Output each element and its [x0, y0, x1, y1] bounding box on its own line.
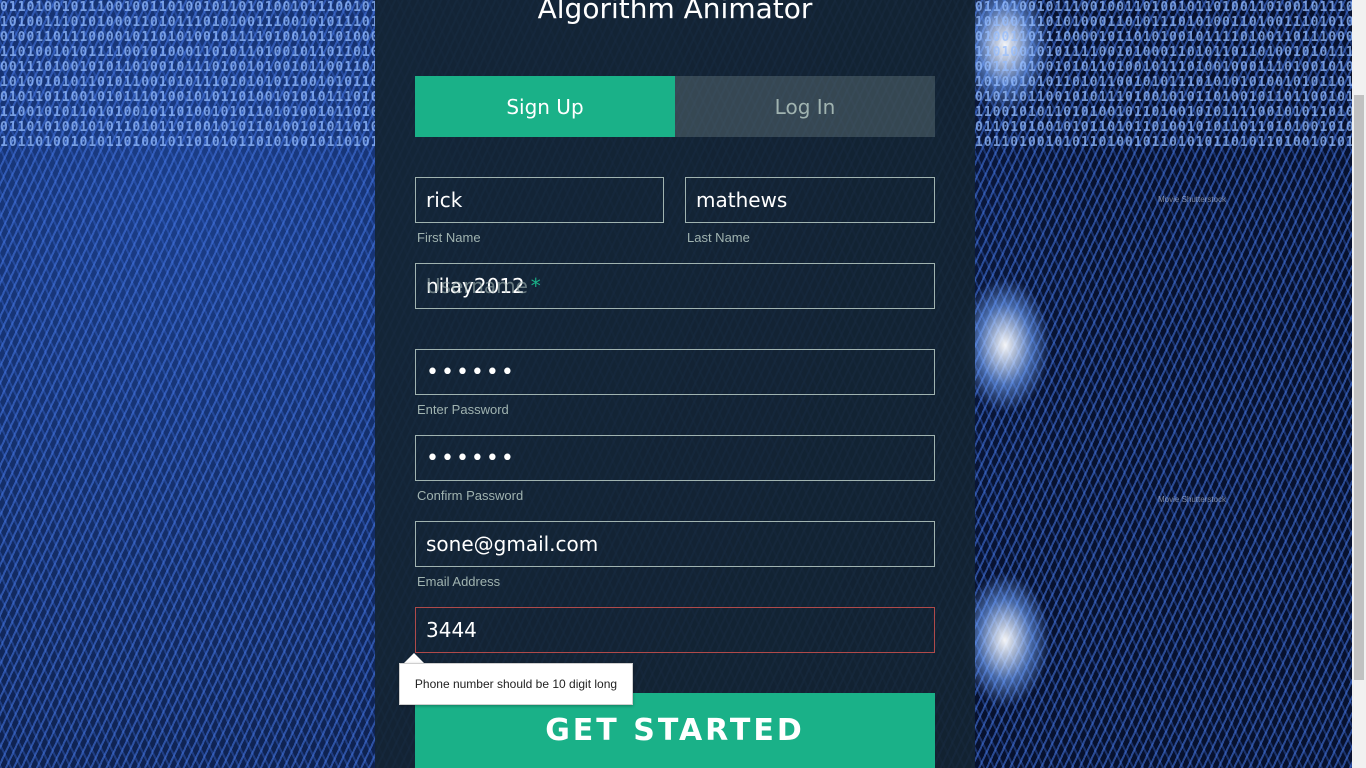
- tab-sign-up[interactable]: Sign Up: [415, 76, 675, 137]
- scrollbar-thumb[interactable]: [1354, 95, 1364, 680]
- phone-error-message: Phone number should be 10 digit long: [414, 677, 618, 691]
- last-name-value: mathews: [696, 188, 788, 212]
- confirm-password-input[interactable]: ••••••: [415, 435, 935, 481]
- tab-log-in[interactable]: Log In: [675, 76, 935, 137]
- password-masked-value: ••••••: [426, 359, 516, 385]
- email-input[interactable]: sone@gmail.com: [415, 521, 935, 567]
- confirm-password-label: Confirm Password: [417, 488, 524, 503]
- username-input[interactable]: Username nilay2012 *: [415, 263, 935, 309]
- phone-validation-tooltip: Phone number should be 10 digit long: [399, 663, 633, 705]
- background-binary-pattern-far: 0110100101110010011010010110101001011100…: [1240, 0, 1352, 150]
- last-name-label: Last Name: [687, 230, 750, 245]
- password-input[interactable]: ••••••: [415, 349, 935, 395]
- phone-input[interactable]: 3444: [415, 607, 935, 653]
- background-binary-pattern-left: 0110100101110010011010010110101001011100…: [0, 0, 375, 150]
- required-asterisk: *: [530, 274, 541, 298]
- tooltip-arrow: [404, 653, 424, 663]
- background-watermark: Movie Shutterstock: [1158, 195, 1227, 204]
- confirm-password-masked-value: ••••••: [426, 445, 516, 471]
- page-scrollbar[interactable]: [1352, 0, 1366, 768]
- username-placeholder-label: Username: [426, 274, 528, 298]
- phone-value: 3444: [426, 618, 477, 642]
- username-value-wrapper: Username nilay2012: [426, 274, 528, 298]
- background-watermark: Movie Shutterstock: [1158, 495, 1227, 504]
- email-value: sone@gmail.com: [426, 532, 599, 556]
- first-name-label: First Name: [417, 230, 481, 245]
- password-label: Enter Password: [417, 402, 509, 417]
- first-name-value: rick: [426, 188, 463, 212]
- app-title: Algorithm Animator: [537, 0, 813, 25]
- last-name-input[interactable]: mathews: [685, 177, 935, 223]
- email-label: Email Address: [417, 574, 501, 589]
- first-name-input[interactable]: rick: [415, 177, 664, 223]
- background-binary-pattern-right: 0110100101110010011010010110101001011100…: [975, 0, 1240, 150]
